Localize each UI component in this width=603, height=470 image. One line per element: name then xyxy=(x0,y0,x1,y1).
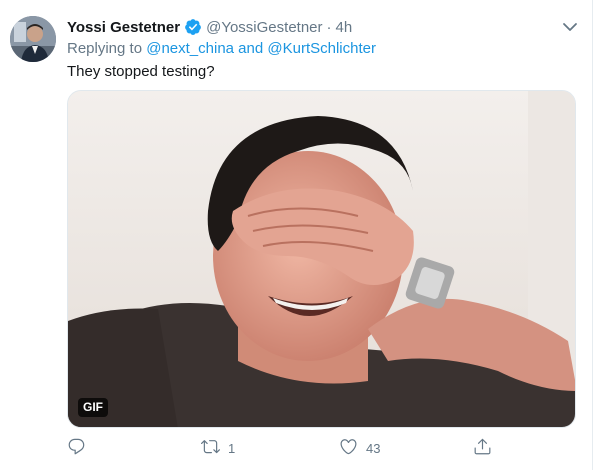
retweet-icon xyxy=(201,437,220,459)
display-name[interactable]: Yossi Gestetner xyxy=(67,19,180,36)
gif-media[interactable] xyxy=(67,90,576,428)
retweet-count: 1 xyxy=(228,440,236,456)
heart-icon xyxy=(339,437,358,459)
tweet-actions: 1 43 xyxy=(67,437,507,461)
separator-dot: · xyxy=(326,18,332,36)
timestamp[interactable]: 4h xyxy=(336,19,353,36)
like-button[interactable]: 43 xyxy=(339,437,380,459)
verified-badge-icon xyxy=(184,18,202,36)
replying-to-label: Replying to xyxy=(67,40,143,57)
gif-badge: GIF xyxy=(78,398,108,417)
gif-frame-image xyxy=(68,91,575,427)
replying-to-line: Replying to @next_china and @KurtSchlich… xyxy=(67,40,376,57)
avatar[interactable] xyxy=(10,16,56,62)
tweet-text: They stopped testing? xyxy=(67,63,215,80)
chevron-down-icon[interactable] xyxy=(560,17,580,37)
reply-icon xyxy=(67,437,86,459)
tweet-header: Yossi Gestetner @YossiGestetner · 4h xyxy=(67,17,352,37)
and-text: and xyxy=(238,40,264,57)
tweet[interactable]: Yossi Gestetner @YossiGestetner · 4h Rep… xyxy=(0,0,593,470)
share-icon xyxy=(473,437,492,459)
handle[interactable]: @YossiGestetner xyxy=(206,19,322,36)
retweet-button[interactable]: 1 xyxy=(201,437,235,459)
mention-link[interactable]: @next_china xyxy=(146,40,234,57)
share-button[interactable] xyxy=(473,437,492,459)
mention-link[interactable]: @KurtSchlichter xyxy=(267,40,376,57)
reply-button[interactable] xyxy=(67,437,86,459)
like-count: 43 xyxy=(366,440,381,456)
